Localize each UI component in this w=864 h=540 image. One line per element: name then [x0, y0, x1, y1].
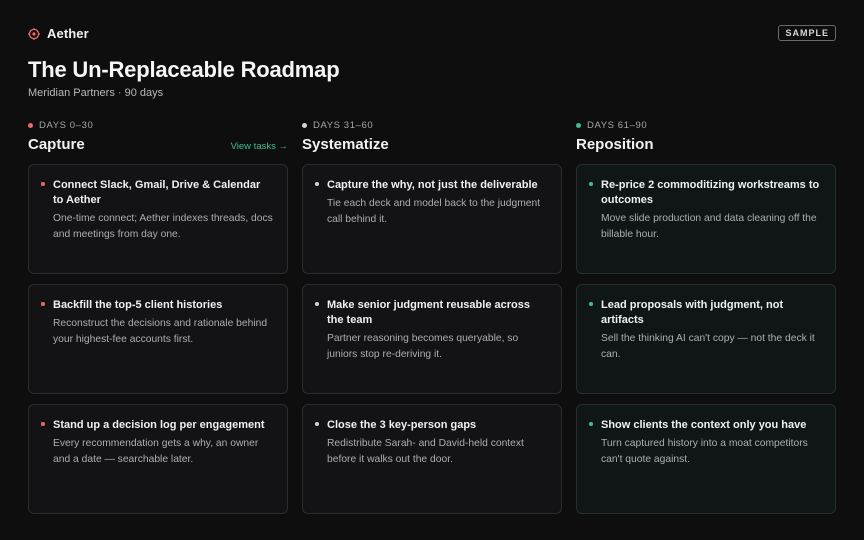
phase-label: DAYS 31–60 [313, 119, 374, 131]
column-title: Reposition [576, 136, 654, 153]
column-header: Capture View tasks → [28, 136, 288, 158]
task-description: Turn captured history into a moat compet… [601, 438, 808, 465]
column-header: Systematize [302, 136, 562, 158]
bullet-icon [315, 182, 319, 186]
phase-label: DAYS 0–30 [39, 119, 94, 131]
sample-badge: SAMPLE [778, 25, 836, 41]
roadmap-page: Aether SAMPLE The Un-Replaceable Roadmap… [0, 0, 864, 540]
task-card[interactable]: Backfill the top-5 client histories Reco… [28, 284, 288, 394]
task-title: Close the 3 key-person gaps [327, 419, 477, 431]
task-title: Stand up a decision log per engagement [53, 419, 265, 431]
phase-dot-icon [576, 122, 581, 128]
column-title: Systematize [302, 136, 389, 153]
page-title: The Un-Replaceable Roadmap [28, 57, 340, 82]
target-icon [28, 27, 40, 40]
task-description: Partner reasoning becomes queryable, so … [327, 333, 519, 360]
task-card[interactable]: Capture the why, not just the deliverabl… [302, 164, 562, 274]
task-description: One-time connect; Aether indexes threads… [53, 213, 273, 240]
column-header: Reposition [576, 136, 836, 158]
bullet-icon [589, 182, 593, 186]
task-title: Capture the why, not just the deliverabl… [327, 179, 538, 191]
bullet-icon [41, 422, 45, 426]
view-tasks-link[interactable]: View tasks → [231, 141, 288, 152]
phase-label-row: DAYS 0–30 [28, 118, 288, 132]
bullet-icon [41, 302, 45, 306]
task-title: Make senior judgment reusable across the… [327, 299, 530, 326]
task-title: Re-price 2 commoditizing workstreams to … [601, 179, 820, 206]
task-description: Redistribute Sarah- and David-held conte… [327, 438, 524, 465]
task-title: Lead proposals with judgment, not artifa… [601, 299, 784, 326]
task-title: Backfill the top-5 client histories [53, 299, 223, 311]
task-title: Show clients the context only you have [601, 419, 807, 431]
bullet-icon [589, 422, 593, 426]
brand-name: Aether [47, 26, 89, 41]
bullet-icon [315, 302, 319, 306]
phase-dot-icon [28, 122, 33, 128]
task-description: Move slide production and data cleaning … [601, 213, 817, 240]
task-card[interactable]: Stand up a decision log per engagement E… [28, 404, 288, 514]
bullet-icon [315, 422, 319, 426]
task-card[interactable]: Re-price 2 commoditizing workstreams to … [576, 164, 836, 274]
brand[interactable]: Aether [28, 26, 89, 41]
task-description: Tie each deck and model back to the judg… [327, 198, 541, 225]
task-card[interactable]: Show clients the context only you have T… [576, 404, 836, 514]
column-systematize: DAYS 31–60 Systematize Capture the why, … [302, 118, 562, 514]
page-subtitle: Meridian Partners · 90 days [28, 87, 164, 99]
column-capture: DAYS 0–30 Capture View tasks → Connect S… [28, 118, 288, 514]
phase-label-row: DAYS 61–90 [576, 118, 836, 132]
task-description: Sell the thinking AI can't copy — not th… [601, 333, 815, 360]
task-description: Every recommendation gets a why, an owne… [53, 438, 259, 465]
task-card[interactable]: Connect Slack, Gmail, Drive & Calendar t… [28, 164, 288, 274]
phase-label: DAYS 61–90 [587, 119, 648, 131]
bullet-icon [41, 182, 45, 186]
task-card[interactable]: Close the 3 key-person gaps Redistribute… [302, 404, 562, 514]
bullet-icon [589, 302, 593, 306]
phase-dot-icon [302, 122, 307, 128]
task-description: Reconstruct the decisions and rationale … [53, 318, 268, 345]
task-card[interactable]: Make senior judgment reusable across the… [302, 284, 562, 394]
column-reposition: DAYS 61–90 Reposition Re-price 2 commodi… [576, 118, 836, 514]
task-card[interactable]: Lead proposals with judgment, not artifa… [576, 284, 836, 394]
phase-label-row: DAYS 31–60 [302, 118, 562, 132]
column-title: Capture [28, 136, 85, 153]
task-title: Connect Slack, Gmail, Drive & Calendar t… [53, 179, 261, 206]
